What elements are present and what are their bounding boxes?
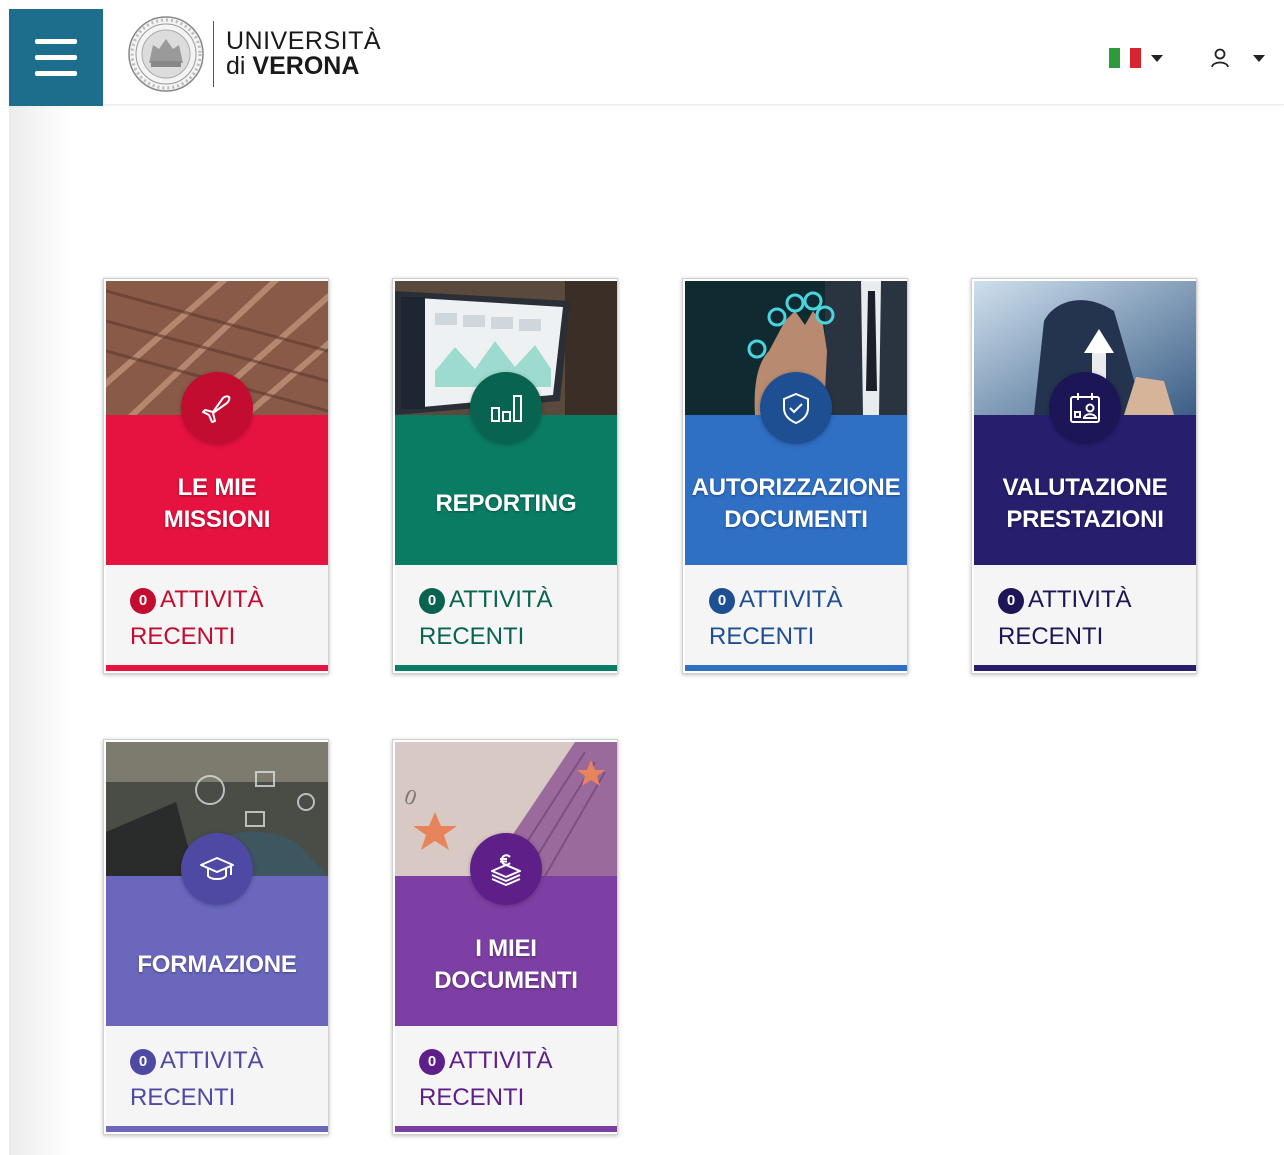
card-i-miei-documenti[interactable]: 0 I MIEI DOCUMENTI 0 ATTIVITÀ RECENTI (392, 739, 618, 1135)
card-title: I MIEI DOCUMENTI (434, 933, 578, 997)
activity-label-line-1: ATTIVITÀ (449, 1047, 553, 1074)
university-logo[interactable]: UNIVERSITÀ di VERONA (127, 10, 385, 98)
card-title: REPORTING (436, 488, 577, 520)
hamburger-icon-line (35, 71, 77, 76)
card-activity[interactable]: 0 ATTIVITÀ RECENTI (395, 565, 617, 667)
activity-count-badge: 0 (419, 1048, 445, 1075)
card-title-line-1: AUTORIZZAZIONE (691, 474, 901, 501)
card-accent-bar (106, 1126, 328, 1132)
university-seal-icon (128, 16, 204, 92)
card-autorizzazione-documenti[interactable]: AUTORIZZAZIONE DOCUMENTI 0 ATTIVITÀ RECEN… (682, 278, 908, 674)
card-activity[interactable]: 0 ATTIVITÀ RECENTI (106, 565, 328, 667)
activity-label-line-2: RECENTI (130, 1084, 236, 1111)
logo-line-2: di VERONA (226, 54, 381, 79)
card-activity[interactable]: 0 ATTIVITÀ RECENTI (106, 1026, 328, 1128)
card-activity[interactable]: 0 ATTIVITÀ RECENTI (685, 565, 907, 667)
card-formazione[interactable]: FORMAZIONE 0 ATTIVITÀ RECENTI (103, 739, 329, 1135)
card-title: FORMAZIONE (137, 949, 297, 981)
card-activity[interactable]: 0 ATTIVITÀ RECENTI (974, 565, 1196, 667)
logo-divider (213, 21, 214, 87)
card-accent-bar (395, 1126, 617, 1132)
user-menu[interactable] (1209, 38, 1284, 78)
activity-label-line-2: RECENTI (419, 1084, 525, 1111)
calendar-user-icon (1049, 372, 1121, 444)
activity-count-badge: 0 (130, 1048, 156, 1075)
card-title: AUTORIZZAZIONE DOCUMENTI (692, 472, 901, 536)
bar-chart-icon (470, 372, 542, 444)
card-activity[interactable]: 0 ATTIVITÀ RECENTI (395, 1026, 617, 1128)
card-title-line-1: REPORTING (435, 490, 577, 517)
card-reporting[interactable]: REPORTING 0 ATTIVITÀ RECENTI (392, 278, 618, 674)
logo-city: VERONA (252, 52, 360, 80)
card-title-line-2: DOCUMENTI (724, 506, 868, 533)
logo-prefix: di (226, 52, 246, 80)
activity-label-line-1: ATTIVITÀ (1028, 586, 1132, 613)
card-title-line-1: VALUTAZIONE (1002, 474, 1168, 501)
card-title-line-2: MISSIONI (163, 506, 271, 533)
window-edge (0, 0, 9, 1155)
card-title: VALUTAZIONE PRESTAZIONI (1003, 472, 1168, 536)
activity-label-line-2: RECENTI (998, 623, 1104, 650)
card-title-line-2: PRESTAZIONI (1006, 506, 1164, 533)
card-valutazione-prestazioni[interactable]: VALUTAZIONE PRESTAZIONI 0 ATTIVITÀ RECENT… (971, 278, 1197, 674)
logo-line-1: UNIVERSITÀ (226, 27, 382, 55)
card-accent-bar (974, 665, 1196, 671)
chevron-down-icon (1253, 54, 1265, 62)
activity-label-line-1: ATTIVITÀ (739, 586, 843, 613)
hamburger-icon-line (35, 55, 77, 60)
activity-label-line-1: ATTIVITÀ (449, 586, 553, 613)
activity-count-badge: 0 (419, 587, 445, 614)
graduation-cap-icon (181, 833, 253, 905)
hamburger-icon-line (35, 39, 77, 44)
euro-stack-icon (470, 833, 542, 905)
activity-label-line-2: RECENTI (419, 623, 525, 650)
user-icon (1211, 48, 1229, 68)
card-accent-bar (106, 665, 328, 671)
activity-label-line-2: RECENTI (709, 623, 815, 650)
activity-count-badge: 0 (709, 587, 735, 614)
logo-wordmark: UNIVERSITÀ di VERONA (226, 29, 381, 79)
italy-flag-icon (1109, 48, 1142, 68)
activity-label-line-1: ATTIVITÀ (160, 1047, 264, 1074)
card-title-line-1: LE MIE (177, 474, 257, 501)
card-accent-bar (395, 665, 617, 671)
top-bar: UNIVERSITÀ di VERONA (9, 0, 1284, 106)
card-le-mie-missioni[interactable]: LE MIE MISSIONI 0 ATTIVITÀ RECENTI (103, 278, 329, 674)
activity-label-line-1: ATTIVITÀ (160, 586, 264, 613)
card-accent-bar (685, 665, 907, 671)
language-selector[interactable] (1109, 38, 1189, 78)
card-title-line-1: I MIEI (475, 935, 537, 962)
shield-check-icon (760, 372, 832, 444)
chevron-down-icon (1151, 54, 1163, 62)
activity-label-line-2: RECENTI (130, 623, 236, 650)
hamburger-menu-button[interactable] (9, 9, 103, 106)
activity-count-badge: 0 (130, 587, 156, 614)
card-title-line-2: DOCUMENTI (434, 967, 578, 994)
airplane-icon (181, 372, 253, 444)
card-title: LE MIE MISSIONI (163, 472, 271, 536)
activity-count-badge: 0 (998, 587, 1024, 614)
card-title-line-1: FORMAZIONE (137, 951, 297, 978)
page-shade (9, 104, 71, 1155)
